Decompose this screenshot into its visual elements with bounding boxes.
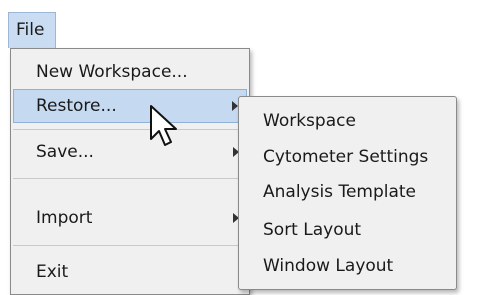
menubar-file-label: File (16, 20, 45, 40)
menubar-file[interactable]: File (8, 12, 56, 48)
menu-item-label: Restore... (36, 96, 117, 116)
submenu-item-label: Sort Layout (263, 220, 362, 240)
submenu-item-label: Window Layout (263, 256, 394, 276)
menu-separator (13, 245, 247, 246)
file-menu: New Workspace... Restore... Save... Impo… (10, 48, 250, 295)
menu-item-new-workspace[interactable]: New Workspace... (13, 55, 247, 89)
menu-item-exit[interactable]: Exit (13, 255, 247, 289)
submenu-item-window-layout[interactable]: Window Layout (263, 251, 393, 281)
menu-item-label: New Workspace... (36, 62, 188, 82)
menu-item-label: Save... (36, 142, 94, 162)
menu-item-import[interactable]: Import (13, 201, 247, 235)
submenu-item-label: Cytometer Settings (263, 147, 429, 167)
menu-item-label: Exit (36, 262, 69, 282)
submenu-item-sort-layout[interactable]: Sort Layout (263, 215, 361, 245)
mouse-pointer-icon (150, 105, 177, 146)
submenu-item-workspace[interactable]: Workspace (263, 106, 356, 136)
restore-submenu: Workspace Cytometer Settings Analysis Te… (238, 96, 457, 290)
submenu-item-label: Analysis Template (263, 182, 417, 202)
application-screen: File New Workspace... Restore... Save...… (0, 0, 479, 295)
menu-item-label: Import (36, 208, 93, 228)
menu-separator (13, 178, 247, 179)
submenu-item-cytometer-settings[interactable]: Cytometer Settings (263, 142, 428, 172)
menu-item-save[interactable]: Save... (13, 135, 247, 169)
menu-item-restore[interactable]: Restore... (13, 89, 247, 123)
menu-separator (13, 129, 247, 130)
submenu-item-label: Workspace (263, 111, 356, 131)
submenu-item-analysis-template[interactable]: Analysis Template (263, 177, 416, 207)
